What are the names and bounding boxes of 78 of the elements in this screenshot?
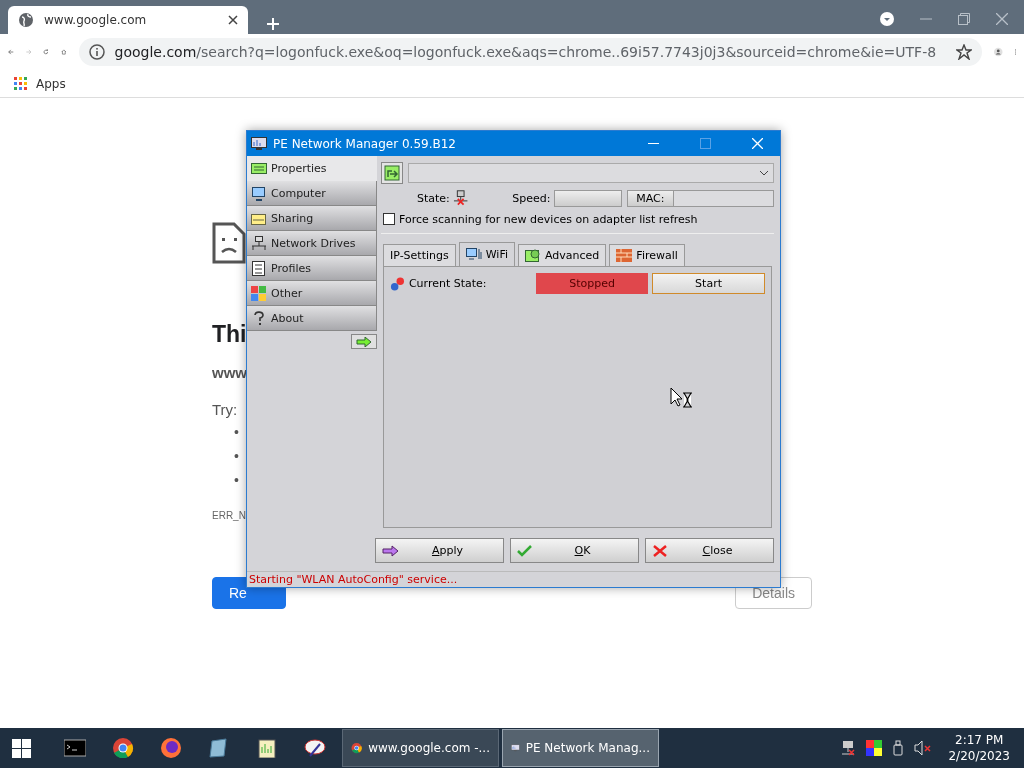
checkbox[interactable]: [383, 213, 395, 225]
tab[interactable]: Advanced: [518, 244, 607, 266]
busy-cursor-icon: [670, 387, 694, 409]
chrome-icon[interactable]: [112, 738, 134, 758]
start-icon[interactable]: [12, 738, 31, 758]
muted-speaker-icon[interactable]: [914, 740, 933, 756]
restore-icon[interactable]: [958, 13, 970, 25]
tab[interactable]: IP-Settings: [383, 244, 456, 266]
tab[interactable]: Firewall: [609, 244, 685, 266]
disconnected-network-icon: [452, 190, 469, 206]
export-button[interactable]: [381, 162, 403, 184]
sidebar-item[interactable]: Other: [247, 281, 377, 306]
url-text: google.com/search?q=logonfuck.exe&oq=logonfuck.exe&aqs=chrome..69i57.7743j0j3&sourceid=chrome&ie=UTF-8: [114, 44, 937, 60]
wifi-adapter-icon: [465, 247, 482, 262]
current-state-label: Current State:: [408, 277, 488, 290]
address-bar[interactable]: google.com/search?q=logonfuck.exe&oq=logonfuck.exe&aqs=chrome..69i57.7743j0j3&sourceid=chrome&ie=UTF-8: [78, 38, 983, 66]
bullet-mark: •: [234, 471, 240, 490]
browser-tab[interactable]: www.google.com: [8, 6, 248, 34]
dropdown-icon[interactable]: [880, 12, 894, 26]
arrow-icon: [382, 544, 398, 557]
export-icon: [384, 165, 400, 181]
tab[interactable]: WiFi: [458, 242, 515, 266]
monitor-icon: [251, 185, 267, 201]
network-card-icon: [251, 161, 267, 176]
question-icon: [251, 310, 267, 326]
bookmark-link[interactable]: Apps: [36, 76, 66, 91]
clock-date: 2/20/2023: [948, 748, 1010, 764]
speed-field: [554, 189, 622, 207]
apply-button[interactable]: Apply: [375, 538, 504, 563]
checkbox-label: Force scanning for new devices on adapter list refresh: [399, 212, 698, 226]
tiles-icon: [251, 285, 267, 301]
new-tab-icon[interactable]: [266, 17, 280, 31]
chevron-down-icon: [759, 170, 769, 176]
ok-button[interactable]: OK: [510, 538, 639, 563]
star-icon[interactable]: [956, 44, 973, 60]
window-title: PE Network Manager 0.59.B12: [273, 136, 457, 151]
checklist-icon: [251, 260, 267, 276]
sidebar-item[interactable]: Network Drives: [247, 231, 377, 256]
bullet-mark: •: [234, 447, 240, 466]
clock-time: 2:17 PM: [955, 732, 1004, 748]
sidebar-item[interactable]: Properties: [247, 156, 377, 181]
service-status: Stopped: [536, 273, 649, 294]
network-icon: [251, 235, 267, 251]
status-bar: Starting "WLAN AutoConfig" service...: [247, 571, 780, 587]
sidebar-item[interactable]: Sharing: [247, 206, 377, 231]
sidebar-item[interactable]: Profiles: [247, 256, 377, 281]
tab-title: www.google.com: [44, 13, 148, 27]
usb-icon[interactable]: [892, 740, 905, 756]
info-icon: [88, 44, 105, 60]
color-icon[interactable]: [866, 740, 883, 756]
site-url: www: [212, 364, 247, 381]
taskbar-window[interactable]: PE Network Manag...: [502, 729, 659, 767]
close-icon[interactable]: [228, 15, 238, 25]
collapse-button[interactable]: [351, 334, 377, 349]
close-icon: [652, 544, 668, 557]
sidebar-item[interactable]: About: [247, 306, 377, 331]
sidebar-item[interactable]: Computer: [247, 181, 377, 206]
close-button[interactable]: Close: [645, 538, 774, 563]
speed-label: Speed:: [512, 191, 551, 205]
brick-wall-icon: [616, 248, 633, 263]
state-label: State:: [417, 191, 450, 205]
page-heading: Thi: [212, 321, 247, 348]
bullet-mark: •: [234, 423, 240, 442]
start-button[interactable]: Start: [652, 273, 765, 294]
checkmark-icon: [517, 544, 533, 557]
notepad-icon[interactable]: [256, 738, 278, 758]
firefox-icon[interactable]: [160, 738, 182, 758]
monitor-icon: [251, 136, 267, 151]
globe-icon: [18, 12, 34, 28]
try-label: Try:: [212, 401, 238, 418]
apps-grid-icon[interactable]: [14, 77, 27, 90]
taskbar-window[interactable]: www.google.com -...: [342, 729, 499, 767]
network-icon[interactable]: [840, 740, 857, 756]
terminal-icon[interactable]: [64, 738, 86, 758]
error-code: ERR_N: [212, 510, 246, 521]
sad-page-icon: [212, 222, 246, 264]
arrow-icon: [356, 336, 372, 347]
mac-field: MAC:: [626, 189, 774, 207]
